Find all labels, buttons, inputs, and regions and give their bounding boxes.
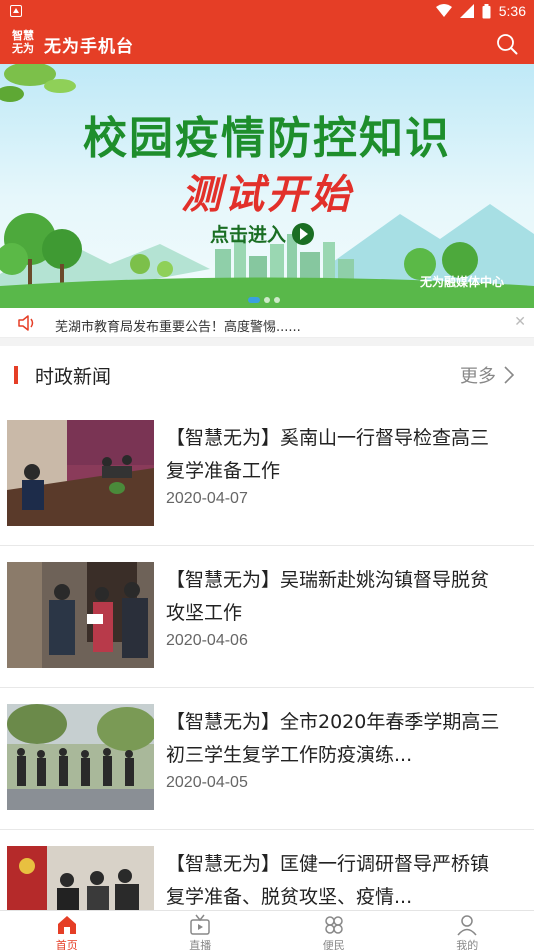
promo-banner[interactable]: 校园疫情防控知识 测试开始 点击进入 无为融媒体中心: [0, 64, 534, 308]
close-icon[interactable]: ✕: [514, 314, 526, 330]
news-item[interactable]: 【智慧无为】吴瑞新赴姚沟镇督导脱贫攻坚工作 2020-04-06: [0, 546, 534, 688]
services-icon: [325, 916, 343, 934]
more-link[interactable]: 更多: [460, 362, 514, 388]
news-date: 2020-04-06: [166, 632, 248, 649]
search-icon[interactable]: [496, 33, 518, 55]
nav-label: 直播: [189, 939, 212, 950]
bottom-nav: 首页 直播 便民 我的: [0, 910, 534, 950]
nav-label: 便民: [322, 939, 345, 950]
section-header: 时政新闻 更多: [0, 346, 534, 404]
banner-headline: 校园疫情防控知识: [83, 113, 451, 164]
banner-org-label: 无为融媒体中心: [419, 275, 504, 289]
carousel-indicator: [248, 297, 280, 303]
wifi-icon: [435, 4, 452, 17]
nav-home[interactable]: 首页: [0, 911, 134, 950]
status-right: 5:36: [435, 3, 526, 19]
news-headline: 【智慧无为】奚南山一行督导检查高三复学准备工作: [166, 427, 490, 482]
news-headline: 【智慧无为】匡健一行调研督导严桥镇复学准备、脱贫攻坚、疫情...: [166, 853, 490, 908]
profile-icon: [457, 915, 477, 936]
enter-label: 点击进入: [210, 224, 287, 246]
more-label: 更多: [460, 366, 496, 387]
notification-icon: [10, 5, 22, 17]
notice-bar[interactable]: 芜湖市教育局发布重要公告！高度警惕...... ✕: [0, 308, 534, 338]
section-accent-bar: [14, 366, 18, 384]
news-thumbnail: [7, 562, 154, 668]
news-date: 2020-04-05: [166, 774, 248, 791]
logo-line-2: 无为: [12, 42, 34, 55]
carousel-dot[interactable]: [264, 297, 270, 303]
news-thumbnail: [7, 420, 154, 526]
section-title: 时政新闻: [35, 366, 112, 388]
home-icon: [57, 916, 76, 934]
live-tv-icon: [190, 914, 210, 935]
news-headline: 【智慧无为】全市2020年春季学期高三初三学生复学工作防疫演练...: [166, 711, 500, 766]
news-item[interactable]: 【智慧无为】全市2020年春季学期高三初三学生复学工作防疫演练... 2020-…: [0, 688, 534, 830]
nav-label: 我的: [456, 939, 479, 950]
carousel-dot[interactable]: [274, 297, 280, 303]
news-thumbnail: [7, 704, 154, 810]
clock: 5:36: [498, 3, 526, 19]
app-title: 无为手机台: [44, 37, 134, 57]
nav-profile[interactable]: 我的: [401, 911, 534, 950]
notice-text: 芜湖市教育局发布重要公告！高度警惕......: [55, 320, 301, 335]
news-headline: 【智慧无为】吴瑞新赴姚沟镇督导脱贫攻坚工作: [166, 569, 490, 624]
app-logo: 智慧 无为: [12, 29, 40, 59]
status-bar: 5:36: [0, 0, 534, 24]
news-item[interactable]: 【智慧无为】奚南山一行督导检查高三复学准备工作 2020-04-07: [0, 404, 534, 546]
banner-enter-button[interactable]: 点击进入: [210, 220, 315, 247]
play-icon: [292, 222, 315, 245]
nav-services[interactable]: 便民: [267, 911, 401, 950]
chevron-right-icon: [504, 366, 514, 384]
nav-live[interactable]: 直播: [134, 911, 268, 950]
nav-label: 首页: [55, 939, 78, 950]
app-bar: 智慧 无为 无为手机台: [0, 24, 534, 64]
section-divider: [0, 338, 534, 346]
logo-line-1: 智慧: [12, 29, 34, 42]
banner-subheadline: 测试开始: [181, 172, 353, 218]
news-date: 2020-04-07: [166, 490, 248, 507]
speaker-icon: [18, 315, 34, 331]
signal-icon: [459, 4, 474, 18]
carousel-dot[interactable]: [248, 297, 260, 303]
battery-icon: [482, 3, 491, 18]
